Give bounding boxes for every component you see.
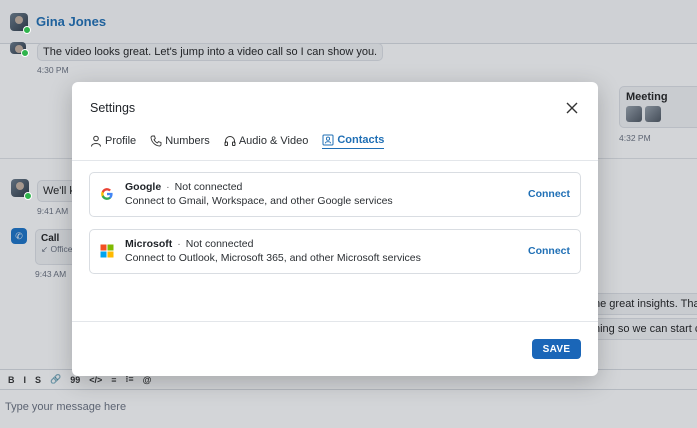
headphones-icon — [224, 135, 236, 146]
person-icon — [91, 135, 101, 147]
settings-dialog: Settings Profile Numbers Audio & Video C… — [72, 82, 598, 376]
tab-label: Contacts — [337, 134, 385, 146]
close-button[interactable] — [563, 99, 581, 117]
integration-header: Microsoft · Not connected — [125, 238, 253, 250]
tab-numbers[interactable]: Numbers — [150, 132, 210, 149]
presence-indicator — [21, 49, 29, 57]
settings-tabs: Profile Numbers Audio & Video Contacts — [90, 132, 385, 152]
phone-icon — [150, 135, 162, 146]
tab-label: Audio & Video — [238, 134, 309, 147]
google-integration-card: Google · Not connected Connect to Gmail, W… — [89, 172, 581, 217]
tab-label: Numbers — [165, 134, 210, 147]
google-connect-button[interactable]: Connect — [528, 188, 570, 200]
presence-indicator — [24, 192, 32, 200]
connection-status: Not connected — [174, 181, 243, 193]
separator-dot: · — [166, 181, 170, 193]
integration-description: Connect to Outlook, Microsoft 365, and o… — [125, 252, 421, 264]
contacts-icon — [322, 134, 334, 146]
integration-name: Google — [125, 181, 162, 193]
separator-dot: · — [177, 238, 181, 250]
close-icon — [566, 102, 578, 114]
tab-profile[interactable]: Profile — [90, 132, 136, 149]
microsoft-integration-card: Microsoft · Not connected Connect to Outlo… — [89, 229, 581, 274]
tab-divider — [72, 160, 598, 161]
connection-status: Not connected — [185, 238, 254, 250]
save-button[interactable]: SAVE — [532, 339, 581, 359]
microsoft-connect-button[interactable]: Connect — [528, 245, 570, 257]
tab-audio-video[interactable]: Audio & Video — [224, 132, 309, 149]
tab-contacts[interactable]: Contacts — [322, 132, 385, 149]
footer-divider — [72, 321, 598, 322]
microsoft-logo-icon — [100, 244, 114, 258]
google-logo-icon — [101, 188, 113, 200]
presence-indicator — [23, 25, 31, 34]
integration-name: Microsoft — [125, 238, 173, 250]
dialog-title: Settings — [90, 101, 136, 115]
tab-label: Profile — [105, 134, 137, 147]
integration-description: Connect to Gmail, Workspace, and other G… — [125, 195, 393, 207]
integration-header: Google · Not connected — [125, 181, 242, 193]
